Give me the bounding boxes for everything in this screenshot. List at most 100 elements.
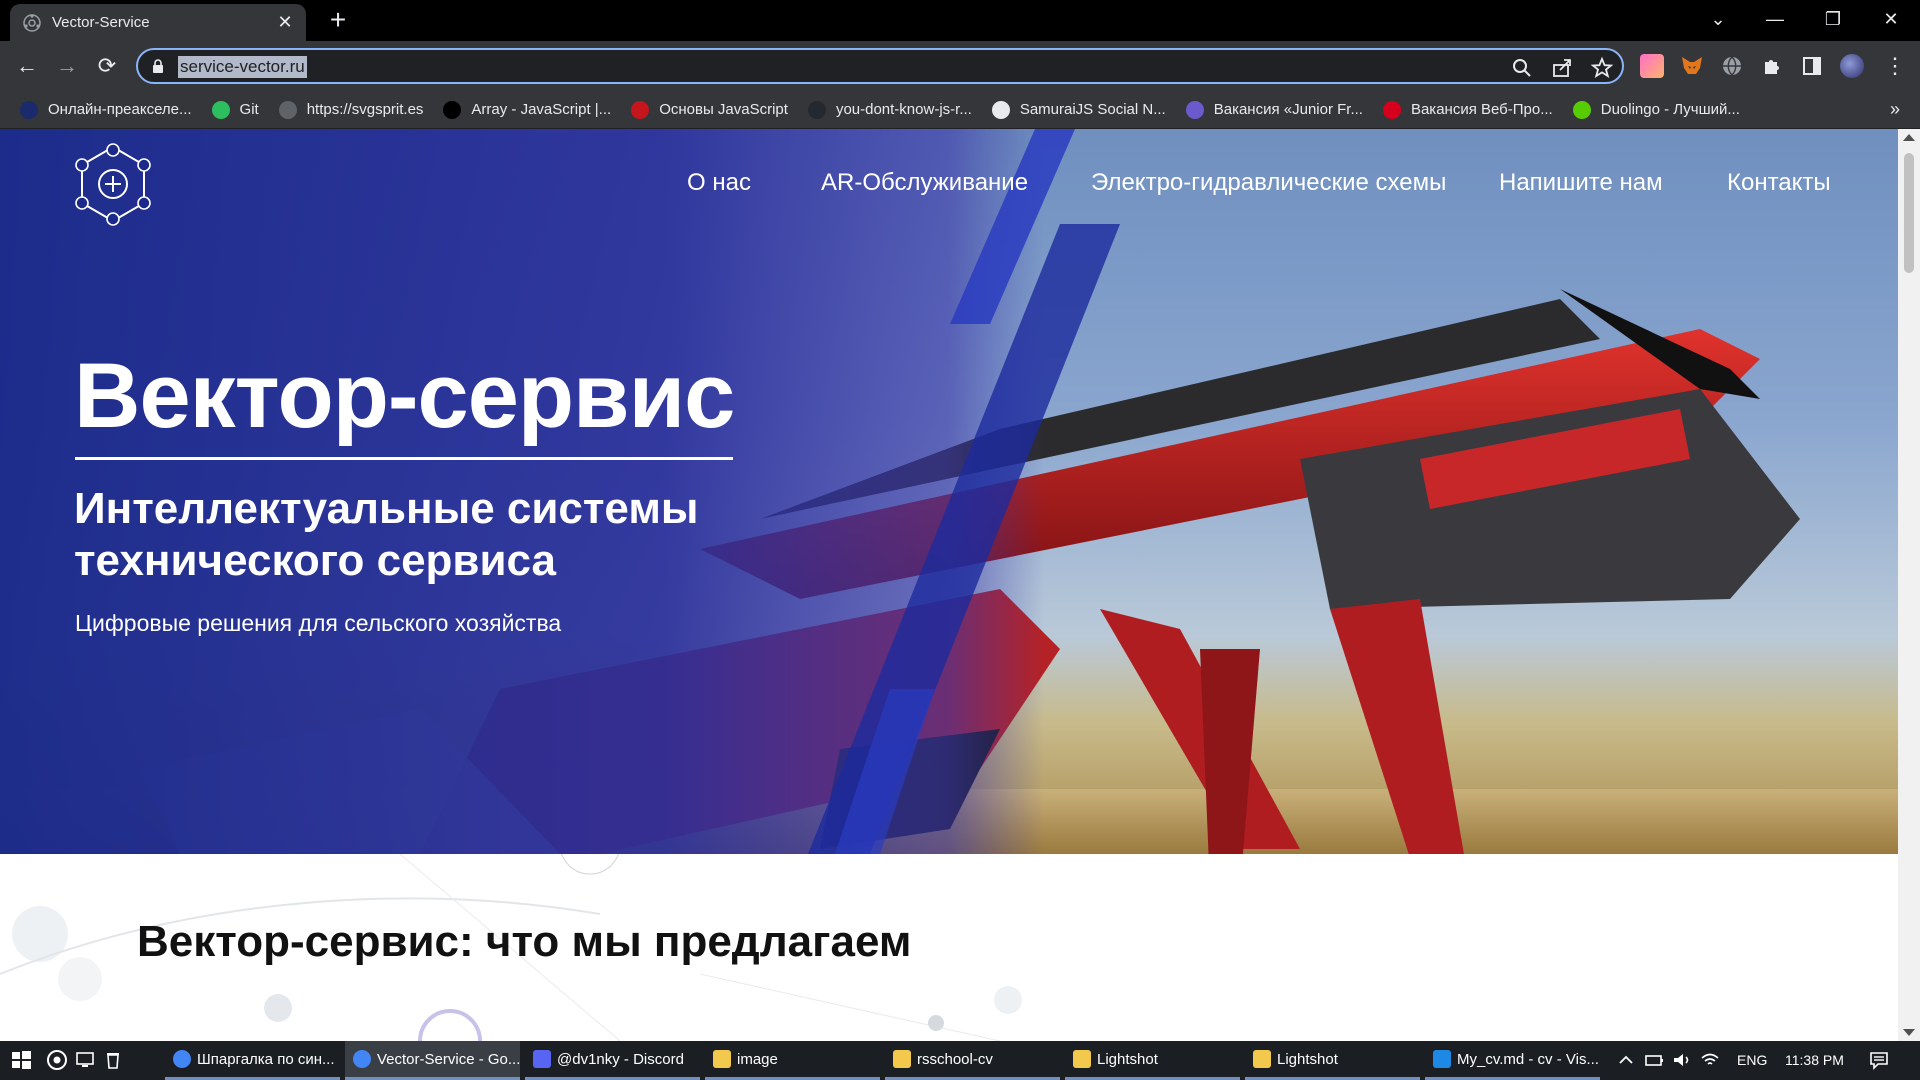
clock[interactable]: 11:38 PM <box>1785 1041 1844 1080</box>
recycle-bin-icon[interactable] <box>102 1049 124 1071</box>
tab-close-icon[interactable]: ✕ <box>276 12 294 33</box>
bookmark-item[interactable]: Вакансия «Junior Fr... <box>1185 100 1363 119</box>
back-button[interactable]: ← <box>12 51 42 81</box>
wifi-icon[interactable] <box>1699 1049 1721 1071</box>
volume-icon[interactable] <box>1671 1049 1693 1071</box>
side-panel-icon[interactable] <box>1800 54 1824 78</box>
globe-icon <box>278 100 297 119</box>
chrome-pinned-icon[interactable] <box>46 1049 68 1071</box>
bookmark-item[interactable]: https://svgsprit.es <box>278 100 424 119</box>
mdn-icon <box>443 100 462 119</box>
search-icon[interactable] <box>1510 56 1534 80</box>
nav-link-about[interactable]: О нас <box>687 169 751 209</box>
browser-toolbar: ← → ⟳ service-vector.ru ⋮ <box>0 41 1920 91</box>
taskbar-app-label: My_cv.md - cv - Vis... <box>1457 1050 1599 1068</box>
language-indicator[interactable]: ENG <box>1737 1041 1767 1080</box>
taskbar-app[interactable]: Lightshot <box>1065 1041 1240 1080</box>
metamask-fox-icon[interactable] <box>1680 54 1704 78</box>
bookmark-item[interactable]: SamuraiJS Social N... <box>991 100 1166 119</box>
taskbar-app[interactable]: @dv1nky - Discord <box>525 1041 700 1080</box>
bookmark-label: Вакансия Веб-Про... <box>1410 101 1553 118</box>
section-title: Вектор-сервис: что мы предлагаем <box>137 917 912 966</box>
forward-button[interactable]: → <box>52 51 82 81</box>
bookmark-label: you-dont-know-js-r... <box>835 101 972 118</box>
chrome-icon <box>173 1050 191 1068</box>
bookmark-item[interactable]: Основы JavaScript <box>631 100 788 119</box>
evernote-icon <box>211 100 230 119</box>
notifications-icon[interactable] <box>1868 1049 1890 1071</box>
bookmark-label: Git <box>239 101 259 118</box>
site-logo[interactable] <box>72 141 154 227</box>
share-icon[interactable] <box>1550 56 1574 80</box>
taskbar-app[interactable]: rsschool-cv <box>885 1041 1060 1080</box>
desktop-icon[interactable] <box>74 1049 96 1071</box>
nav-link-write-us[interactable]: Напишите нам <box>1499 169 1663 209</box>
folder-icon <box>1253 1050 1271 1068</box>
scroll-up-icon[interactable] <box>1903 134 1915 141</box>
bookmark-label: https://svgsprit.es <box>306 101 424 118</box>
bookmarks-bar: Онлайн-преакселе... Git https://svgsprit.e… <box>0 91 1920 129</box>
nav-link-contacts[interactable]: Контакты <box>1727 169 1831 209</box>
battery-icon[interactable] <box>1643 1049 1665 1071</box>
bookmark-label: Основы JavaScript <box>659 101 788 118</box>
bookmark-label: Array - JavaScript |... <box>471 101 612 118</box>
github-icon <box>807 100 826 119</box>
bookmark-label: Duolingo - Лучший... <box>1600 101 1740 118</box>
address-bar[interactable]: service-vector.ru <box>136 48 1624 84</box>
bookmark-label: SamuraiJS Social N... <box>1019 101 1166 118</box>
scrollbar-thumb[interactable] <box>1904 153 1914 273</box>
hero-subtitle: Интеллектуальные системы технического се… <box>74 484 699 585</box>
offer-section: Вектор-сервис: что мы предлагаем <box>0 854 1898 1041</box>
bookmark-item[interactable]: Вакансия Веб-Про... <box>1382 100 1553 119</box>
hero-title: Вектор-сервис <box>74 345 735 447</box>
menu-kebab-icon[interactable]: ⋮ <box>1880 51 1910 81</box>
globe-extension-icon[interactable] <box>1720 54 1744 78</box>
minimize-button[interactable]: — <box>1752 4 1798 34</box>
page-scrollbar[interactable] <box>1898 129 1920 1041</box>
page-viewport: О нас AR-Обслуживание Электро-гидравличе… <box>0 129 1898 1041</box>
star-icon[interactable] <box>1590 56 1614 80</box>
profile-avatar[interactable] <box>1840 54 1864 78</box>
windows-taskbar: Шпаргалка по син... Vector-Service - Go..… <box>0 1041 1920 1080</box>
new-tab-button[interactable]: + <box>323 6 353 36</box>
bookmark-item[interactable]: you-dont-know-js-r... <box>807 100 972 119</box>
bookmark-label: Онлайн-преакселе... <box>48 101 192 118</box>
taskbar-app[interactable]: Vector-Service - Go... <box>345 1041 520 1080</box>
discord-icon <box>533 1050 551 1068</box>
ai-icon <box>20 100 38 119</box>
taskbar-app[interactable]: Шпаргалка по син... <box>165 1041 340 1080</box>
bookmark-item[interactable]: Онлайн-преакселе... <box>20 100 192 119</box>
tab-strip: Vector-Service ✕ + ⌄ — ❐ ✕ <box>0 0 1920 41</box>
taskbar-app[interactable]: image <box>705 1041 880 1080</box>
bookmark-label: Вакансия «Junior Fr... <box>1213 101 1363 118</box>
bookmarks-overflow-button[interactable]: » <box>1890 99 1900 120</box>
extension-gradient-icon[interactable] <box>1640 54 1664 78</box>
folder-icon <box>713 1050 731 1068</box>
url-text[interactable]: service-vector.ru <box>178 56 307 78</box>
hero-section: О нас AR-Обслуживание Электро-гидравличе… <box>0 129 1898 854</box>
bookmark-item[interactable]: Duolingo - Лучший... <box>1572 100 1740 119</box>
extensions-puzzle-icon[interactable] <box>1760 54 1784 78</box>
taskbar-app[interactable]: Lightshot <box>1245 1041 1420 1080</box>
doc-icon <box>991 100 1010 119</box>
tray-chevron-icon[interactable] <box>1615 1049 1637 1071</box>
bookmark-item[interactable]: Array - JavaScript |... <box>443 100 612 119</box>
nav-link-ar-service[interactable]: AR-Обслуживание <box>821 169 1028 209</box>
restore-button[interactable]: ❐ <box>1810 4 1856 34</box>
tab-search-button[interactable]: ⌄ <box>1695 4 1741 34</box>
windows-start-icon[interactable] <box>10 1049 32 1071</box>
close-window-button[interactable]: ✕ <box>1868 4 1914 34</box>
browser-tab[interactable]: Vector-Service ✕ <box>10 4 306 41</box>
duolingo-icon <box>1572 100 1591 119</box>
person-icon <box>631 100 650 119</box>
taskbar-app-label: Шпаргалка по син... <box>197 1050 335 1068</box>
taskbar-app-label: Lightshot <box>1277 1050 1338 1068</box>
reload-button[interactable]: ⟳ <box>92 51 122 81</box>
vscode-icon <box>1433 1050 1451 1068</box>
chrome-icon <box>353 1050 371 1068</box>
taskbar-app[interactable]: My_cv.md - cv - Vis... <box>1425 1041 1600 1080</box>
nav-link-schemes[interactable]: Электро-гидравлические схемы <box>1091 169 1446 209</box>
scroll-down-icon[interactable] <box>1903 1029 1915 1036</box>
lock-icon <box>153 59 163 73</box>
bookmark-item[interactable]: Git <box>211 100 259 119</box>
